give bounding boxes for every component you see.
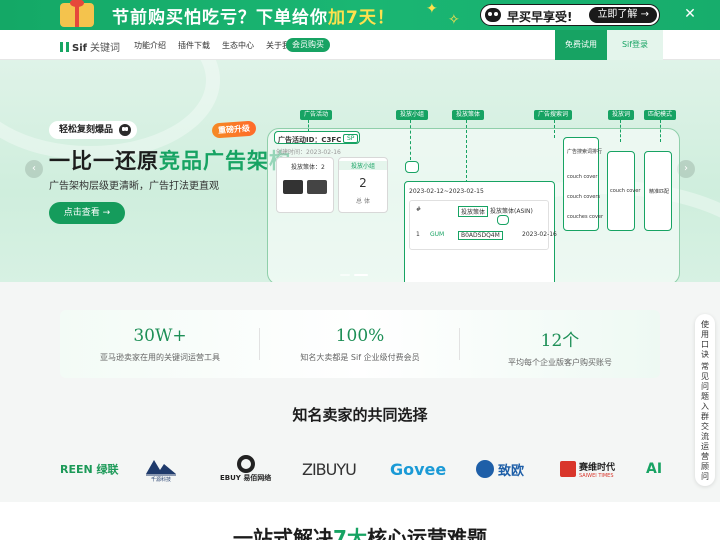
ad-structure-diagram: 广告活动 投放小组 投放策体 广告搜索词 投放词 匹配模式 广告活动ID：C3F… xyxy=(267,110,680,282)
promo-pill[interactable]: 早买早享受! 立即了解 → xyxy=(480,4,660,26)
connector xyxy=(660,120,661,142)
zhiou-mark-icon xyxy=(476,460,494,478)
row-node xyxy=(497,215,509,225)
side-item-faq[interactable]: 常见问题 xyxy=(700,362,710,402)
logo-zhiou: 致欧 xyxy=(476,444,524,494)
stats-panel: 30W+ 亚马逊卖家在用的关键词运营工具 100% 知名大卖都是 Sif 企业级… xyxy=(60,310,660,378)
stat-item: 30W+ 亚马逊卖家在用的关键词运营工具 xyxy=(60,310,260,378)
diagram-tag-campaign: 广告活动 xyxy=(300,110,333,120)
free-trial-button[interactable]: 免费试用 xyxy=(555,30,607,60)
close-icon[interactable]: ✕ xyxy=(683,7,697,21)
hero-tagline: 轻松复刻爆品 xyxy=(49,121,138,139)
firework-icon: ✦ xyxy=(426,1,438,17)
side-item-tips[interactable]: 使用口诀 xyxy=(700,320,710,360)
learn-more-button[interactable]: 立即了解 → xyxy=(589,7,657,23)
features-title: 一站式解决7大核心运营难题 xyxy=(233,526,487,540)
stat-item: 12个 平均每个企业版客户购买账号 xyxy=(508,331,612,367)
carousel-dot[interactable] xyxy=(340,274,350,276)
logo-saiwei: 赛维时代 SAIWEI TIMES xyxy=(560,444,615,494)
adgroup-card: 投放小组 2 总 体 xyxy=(338,157,388,213)
carousel-dots xyxy=(340,274,368,276)
smile-face-icon xyxy=(485,8,501,22)
logo-qianyuan: 千源科技 xyxy=(146,444,176,494)
group-node xyxy=(405,161,419,173)
product-image-icon xyxy=(283,180,303,194)
nav-item-plugin[interactable]: 插件下载 xyxy=(178,40,210,51)
member-purchase-button[interactable]: 会员购买 xyxy=(286,38,330,52)
hero-title: 一比一还原竞品广告架构 xyxy=(49,149,291,173)
logo-govee: Govee xyxy=(390,459,447,479)
hero-carousel: 轻松复刻爆品 重磅升级 一比一还原竞品广告架构 广告架构层级更清晰，广告打法更直… xyxy=(0,60,720,282)
stat-item: 100% 知名大卖都是 Sif 企业级付费会员 xyxy=(260,310,460,378)
top-nav: Sif 关键词 功能介绍 插件下载 生态中心 关于我们 会员购买 免费试用 Sif… xyxy=(0,30,720,60)
firework-icon: ✧ xyxy=(448,12,460,28)
carousel-prev-icon[interactable]: ‹ xyxy=(25,160,43,178)
section-title: 知名卖家的共同选择 xyxy=(292,406,428,424)
creative-table: # 投放策体 投放策体(ASIN) 1 GUM B0ADSDQ4M 2023-0… xyxy=(409,200,557,250)
diagram-tag-creative: 投放策体 xyxy=(452,110,485,120)
logo-reen: REEN 绿联 xyxy=(60,463,119,476)
logo-ebuy: EBUY 易佰网络 xyxy=(220,444,271,494)
customer-logos: REEN 绿联 千源科技 EBUY 易佰网络 ZIBUYU Govee 致欧 赛… xyxy=(0,444,720,494)
logo-ai: AI xyxy=(646,461,663,477)
nav-menu: 功能介绍 插件下载 生态中心 关于我们 xyxy=(134,40,298,51)
mountain-logo-icon xyxy=(146,459,176,475)
connector xyxy=(620,120,621,142)
connector xyxy=(554,120,555,138)
upgrade-badge: 重磅升级 xyxy=(211,120,257,139)
site-logo[interactable]: Sif 关键词 xyxy=(60,39,120,54)
saiwei-mark-icon xyxy=(560,461,576,477)
promo-banner[interactable]: 节前购买怕吃亏？下单给你加7天！ ✦ ✧ 早买早享受! 立即了解 → ✕ xyxy=(0,0,720,30)
logo-mark-icon xyxy=(60,42,69,52)
adgroup-table-panel: 2023-02-12~2023-02-15 # 投放策体 投放策体(ASIN) … xyxy=(404,181,557,282)
carousel-dot-active[interactable] xyxy=(354,274,368,276)
promo-pill-text: 早买早享受! xyxy=(507,10,573,24)
ebuy-mark-icon xyxy=(236,455,255,473)
connector xyxy=(466,120,467,188)
match-mode-panel: 精准匹配 xyxy=(644,151,672,231)
connector xyxy=(410,120,411,160)
view-details-button[interactable]: 点击查看 → xyxy=(49,202,125,224)
product-image-icon xyxy=(307,180,327,194)
keyword-panel: couch cover xyxy=(607,151,640,231)
campaign-id-box: 广告活动ID：C3FC SP xyxy=(274,131,360,144)
login-button[interactable]: Sif登录 xyxy=(607,30,663,60)
emoji-icon xyxy=(119,124,132,136)
diagram-tag-match: 匹配模式 xyxy=(644,110,677,120)
diagram-tag-adgroup: 投放小组 xyxy=(396,110,429,120)
nav-item-ecosystem[interactable]: 生态中心 xyxy=(222,40,254,51)
search-term-panel: 广告搜索词排行 couch cover couch covers couches… xyxy=(563,137,603,231)
nav-item-features[interactable]: 功能介绍 xyxy=(134,40,166,51)
creative-card: 投放策体：2 xyxy=(276,157,334,213)
diagram-tag-search-term: 广告搜索词 xyxy=(534,110,573,120)
hero-subtitle: 广告架构层级更清晰，广告打法更直观 xyxy=(49,181,219,192)
promo-headline: 节前购买怕吃亏？下单给你加7天！ xyxy=(112,8,395,28)
logo-zibuyu: ZIBUYU xyxy=(302,459,357,479)
diagram-tag-keyword: 投放词 xyxy=(608,110,635,120)
